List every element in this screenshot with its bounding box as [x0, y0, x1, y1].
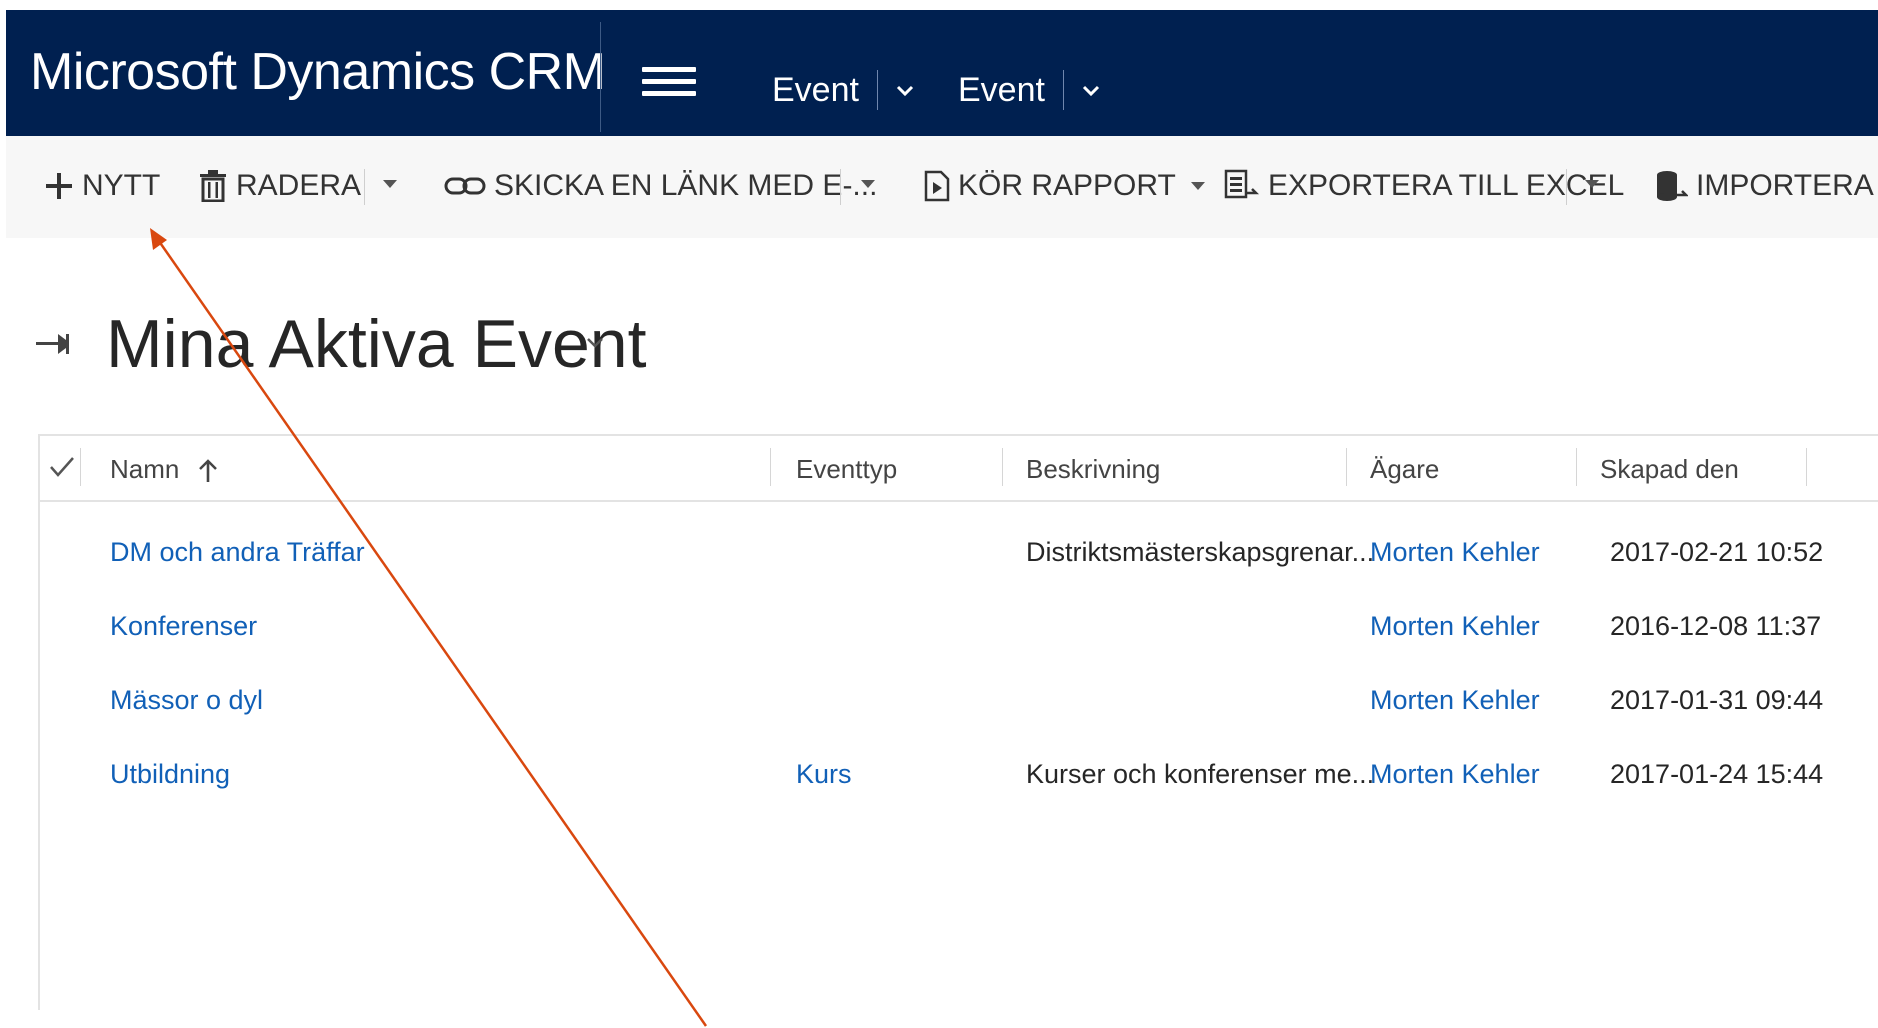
import-button[interactable]: IMPORTERA DA: [1654, 166, 1878, 206]
table-row[interactable]: Konferenser Morten Kehler 2016-12-08 11:…: [40, 590, 1878, 664]
table-row[interactable]: Mässor o dyl Morten Kehler 2017-01-31 09…: [40, 664, 1878, 738]
import-icon: [1657, 171, 1688, 201]
nav-divider: [600, 22, 601, 132]
new-button[interactable]: NYTT: [44, 166, 160, 206]
record-name-link[interactable]: Mässor o dyl: [110, 684, 263, 716]
column-header-name[interactable]: Namn: [110, 454, 219, 485]
delete-button[interactable]: RADERA: [198, 166, 361, 206]
event-type-link[interactable]: Kurs: [796, 758, 852, 790]
column-header-owner[interactable]: Ägare: [1370, 454, 1439, 485]
column-header-description[interactable]: Beskrivning: [1026, 454, 1160, 485]
excel-icon: [1224, 169, 1260, 199]
nav-crumb-entity[interactable]: Event: [958, 70, 1102, 110]
chevron-down-icon[interactable]: [894, 79, 916, 101]
column-header-created[interactable]: Skapad den: [1600, 454, 1739, 485]
owner-link[interactable]: Morten Kehler: [1370, 610, 1540, 642]
nav-crumb-area[interactable]: Event: [772, 70, 916, 110]
report-icon: [924, 170, 950, 202]
chevron-down-icon[interactable]: [1080, 79, 1102, 101]
created-cell: 2016-12-08 11:37: [1610, 611, 1822, 641]
owner-link[interactable]: Morten Kehler: [1370, 684, 1540, 716]
nav-crumb-entity-label: Event: [958, 71, 1045, 109]
record-name-link[interactable]: DM och andra Träffar: [110, 536, 365, 568]
delete-dropdown-icon[interactable]: [382, 178, 398, 190]
email-link-label: SKICKA EN LÄNK MED E-...: [494, 169, 878, 202]
owner-link[interactable]: Morten Kehler: [1370, 536, 1540, 568]
plus-icon: [46, 173, 72, 199]
record-name-link[interactable]: Konferenser: [110, 610, 257, 642]
run-report-button[interactable]: KÖR RAPPORT: [924, 166, 1214, 206]
trash-icon: [200, 170, 226, 202]
table-row[interactable]: DM och andra Träffar Distriktsmästerskap…: [40, 516, 1878, 590]
table-row[interactable]: Utbildning Kurs Kurser och konferenser m…: [40, 738, 1878, 812]
pin-icon[interactable]: [36, 330, 76, 358]
grid-header: Namn Eventtyp Beskrivning Ägare Skapad d…: [40, 436, 1878, 502]
export-excel-button[interactable]: EXPORTERA TILL EXCEL: [1224, 166, 1624, 206]
view-title[interactable]: Mina Aktiva Event: [106, 310, 646, 378]
view-selector-chevron-icon[interactable]: [586, 336, 604, 350]
column-header-eventtype[interactable]: Eventtyp: [796, 454, 897, 485]
created-cell: 2017-01-24 15:44: [1610, 759, 1824, 789]
created-cell: 2017-02-21 10:52: [1610, 537, 1824, 567]
export-dropdown-icon[interactable]: [1584, 178, 1600, 190]
link-icon: [444, 177, 486, 195]
caret-down-icon[interactable]: [1190, 180, 1206, 192]
created-cell: 2017-01-31 09:44: [1610, 685, 1824, 715]
nav-crumb-area-label: Event: [772, 71, 859, 109]
run-report-label: KÖR RAPPORT: [958, 169, 1176, 202]
new-button-label: NYTT: [82, 169, 161, 202]
description-cell: Distriktsmästerskapsgrenar...: [1026, 537, 1375, 567]
records-grid: Namn Eventtyp Beskrivning Ägare Skapad d…: [38, 434, 1878, 1010]
email-link-dropdown-icon[interactable]: [860, 178, 876, 190]
app-title[interactable]: Microsoft Dynamics CRM: [30, 46, 606, 98]
command-bar: NYTT RADERA SKICKA EN LÄNK MED E-... KÖR…: [6, 136, 1878, 238]
import-label: IMPORTERA DA: [1696, 169, 1878, 202]
delete-button-label: RADERA: [236, 169, 362, 202]
sort-ascending-icon: [198, 459, 217, 483]
top-nav-bar: Microsoft Dynamics CRM Event Event: [6, 10, 1878, 136]
select-all-check-icon[interactable]: [48, 454, 76, 480]
record-name-link[interactable]: Utbildning: [110, 758, 230, 790]
owner-link[interactable]: Morten Kehler: [1370, 758, 1540, 790]
description-cell: Kurser och konferenser me...: [1026, 759, 1375, 789]
email-link-button[interactable]: SKICKA EN LÄNK MED E-...: [444, 166, 877, 206]
export-excel-label: EXPORTERA TILL EXCEL: [1268, 169, 1625, 202]
hamburger-menu-icon[interactable]: [642, 67, 696, 97]
